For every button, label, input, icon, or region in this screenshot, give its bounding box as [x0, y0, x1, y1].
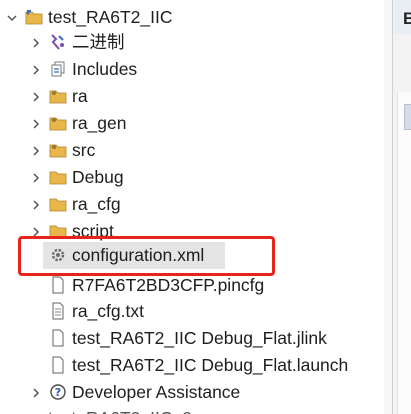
chevron-right-icon[interactable] — [29, 117, 43, 131]
binaries-icon — [49, 33, 67, 51]
chevron-right-icon[interactable] — [29, 198, 43, 212]
chevron-right-icon[interactable] — [29, 171, 43, 185]
project-name: test_RA6T2_IIC — [48, 7, 173, 27]
tree-item-label: R7FA6T2BD3CFP.pincfg — [72, 275, 265, 295]
file-icon — [49, 276, 67, 294]
tree-item-pincfg[interactable]: R7FA6T2BD3CFP.pincfg — [0, 272, 384, 299]
tree-item-label: ra_cfg.txt — [72, 301, 144, 321]
vertical-scrollbar[interactable] — [384, 0, 392, 414]
project-root-row[interactable]: test_RA6T2_IIC — [0, 4, 384, 31]
tree-item-src[interactable]: src — [0, 137, 384, 164]
tree-item-label: src — [72, 140, 96, 160]
tree-item-label: Includes — [72, 59, 138, 79]
svg-text:?: ? — [55, 386, 61, 399]
project-folder-icon — [25, 8, 43, 26]
folder-icon — [49, 195, 67, 213]
side-panel-button[interactable] — [404, 104, 411, 130]
text-file-icon — [49, 302, 67, 320]
project-explorer-tree: test_RA6T2_IIC 二进制 Includes ra ra_gen sr… — [0, 0, 384, 414]
tree-item-jlink[interactable]: test_RA6T2_IIC Debug_Flat.jlink — [0, 325, 384, 352]
tree-item-label: 二进制 — [72, 32, 125, 52]
chevron-right-icon[interactable] — [29, 90, 43, 104]
file-icon — [49, 356, 67, 374]
tree-item-label: ra — [72, 86, 88, 106]
side-panel-tab[interactable]: B — [393, 0, 411, 34]
tree-item-launch[interactable]: test_RA6T2_IIC Debug_Flat.launch — [0, 352, 384, 379]
folder-icon — [49, 168, 67, 186]
tree-item-developer-assistance[interactable]: ? Developer Assistance — [0, 379, 384, 406]
tree-item-ra-gen[interactable]: ra_gen — [0, 110, 384, 137]
help-icon: ? — [49, 383, 67, 401]
chevron-right-icon[interactable] — [29, 144, 43, 158]
side-panel-content — [397, 92, 411, 414]
tree-item-label: test_RA6T2_IIC Debug_Flat.launch — [72, 355, 349, 375]
tree-item-label: ra_gen — [72, 113, 127, 133]
tree-item-label: Debug — [72, 167, 124, 187]
source-folder-icon — [49, 141, 67, 159]
includes-icon — [49, 60, 67, 78]
next-project-name: test_RA6T2_IIC_2 — [48, 405, 192, 414]
source-folder-icon — [49, 87, 67, 105]
tree-item-ra-cfg-txt[interactable]: ra_cfg.txt — [0, 298, 384, 325]
chevron-right-icon[interactable] — [29, 386, 43, 400]
source-folder-icon — [49, 114, 67, 132]
chevron-right-icon[interactable] — [29, 63, 43, 77]
chevron-right-icon[interactable] — [29, 36, 43, 50]
tree-item-binaries[interactable]: 二进制 — [0, 29, 384, 56]
file-icon — [49, 329, 67, 347]
tree-item-next-project[interactable]: test_RA6T2_IIC_2 — [0, 404, 384, 414]
tree-item-includes[interactable]: Includes — [0, 56, 384, 83]
side-panel-letter: B — [403, 9, 411, 28]
tree-item-ra-cfg[interactable]: ra_cfg — [0, 191, 384, 218]
tree-item-ra[interactable]: ra — [0, 83, 384, 110]
side-panel: B — [392, 0, 411, 414]
tree-item-debug[interactable]: Debug — [0, 164, 384, 191]
red-highlight-box — [18, 236, 275, 276]
chevron-down-icon[interactable] — [5, 11, 19, 25]
tree-item-label: ra_cfg — [72, 194, 121, 214]
tree-item-label: test_RA6T2_IIC Debug_Flat.jlink — [72, 328, 327, 348]
tree-item-label: Developer Assistance — [72, 382, 241, 402]
